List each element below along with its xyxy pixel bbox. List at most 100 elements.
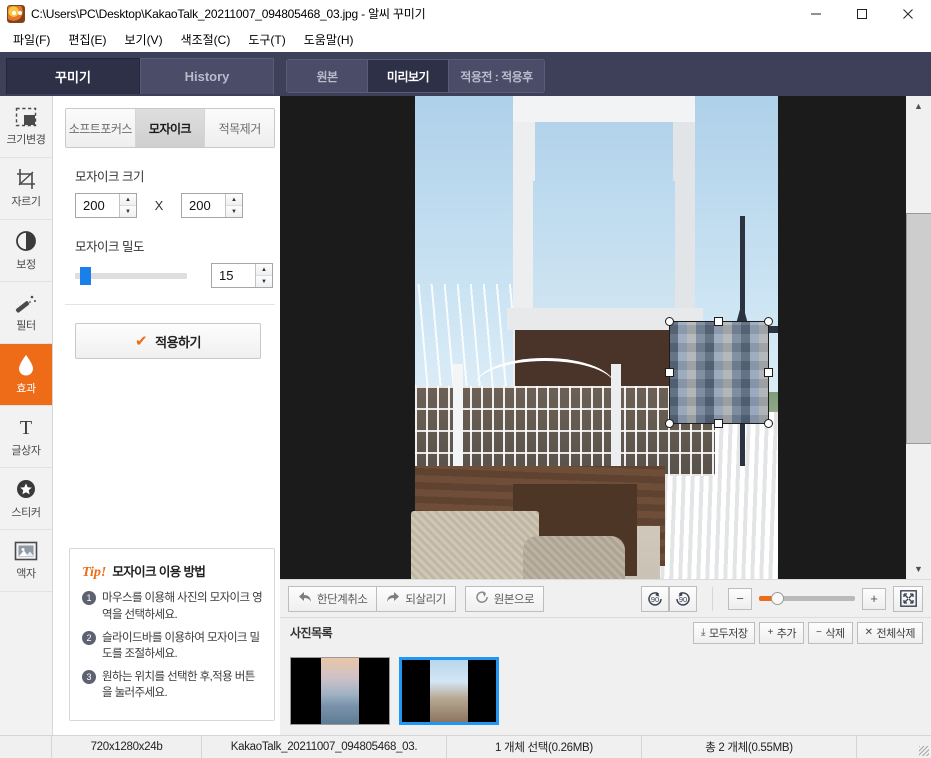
mosaic-density-input[interactable]: [212, 264, 255, 287]
canvas-vertical-scrollbar[interactable]: ▲ ▼: [905, 96, 931, 579]
delete-all-label: 전체삭제: [876, 627, 916, 640]
thumbnail-2[interactable]: [399, 657, 499, 725]
menu-item-tools[interactable]: 도구(T): [239, 28, 294, 51]
scrollbar-track[interactable]: [906, 116, 931, 559]
segment-mosaic[interactable]: 모자이크: [135, 109, 206, 147]
rotate-left-90-button[interactable]: 90: [641, 585, 669, 612]
add-label: 추가: [776, 627, 797, 640]
save-all-button[interactable]: ⤓ 모두저장: [693, 621, 756, 644]
segment-red-eye[interactable]: 적목제거: [205, 109, 274, 147]
menu-item-view[interactable]: 보기(V): [115, 28, 171, 51]
sidebar-item-sticker[interactable]: 스티커: [0, 468, 52, 530]
mosaic-density-up-arrow[interactable]: ▲: [256, 264, 272, 276]
reset-button[interactable]: 원본으로: [464, 585, 545, 612]
handle-top-left[interactable]: [665, 317, 674, 326]
resize-icon: [15, 107, 37, 127]
mosaic-density-slider[interactable]: [75, 266, 187, 285]
handle-middle-right[interactable]: [764, 367, 773, 377]
zoom-slider-handle[interactable]: [771, 592, 784, 605]
main-body: 꾸미기 History 크기변경 자르기 보정 필터 효과 T 글상자 스티커 …: [0, 52, 931, 735]
thumbnail-1[interactable]: [290, 657, 390, 725]
menu-item-edit[interactable]: 편집(E): [59, 28, 115, 51]
sidebar-item-resize[interactable]: 크기변경: [0, 96, 52, 158]
tool-rail: 크기변경 자르기 보정 필터 효과 T 글상자 스티커 액자: [0, 96, 53, 735]
maximize-button[interactable]: [839, 0, 885, 28]
mosaic-selection-box[interactable]: [665, 317, 773, 428]
handle-bottom-right[interactable]: [764, 419, 773, 428]
zoom-out-button[interactable]: −: [728, 587, 752, 610]
mosaic-density-arrows[interactable]: ▲ ▼: [255, 264, 272, 287]
undo-arrow-icon: [298, 591, 312, 606]
rotate-right-90-button[interactable]: 90: [669, 585, 697, 612]
mosaic-height-stepper[interactable]: ▲ ▼: [181, 193, 243, 218]
image-canvas[interactable]: [280, 96, 905, 579]
size-separator: X: [154, 198, 164, 213]
filter-wand-icon: [14, 293, 38, 313]
handle-middle-left[interactable]: [665, 367, 674, 377]
menu-item-color[interactable]: 색조절(C): [172, 28, 240, 51]
mosaic-width-stepper[interactable]: ▲ ▼: [75, 193, 137, 218]
add-button[interactable]: + 추가: [759, 621, 805, 644]
delete-all-button[interactable]: ✕ 전체삭제: [856, 621, 923, 644]
view-tabs: 원본 미리보기 적용전 : 적용후: [286, 59, 545, 93]
mosaic-height-up-arrow[interactable]: ▲: [226, 194, 242, 206]
download-icon: ⤓: [701, 627, 705, 638]
undo-button[interactable]: 한단계취소: [288, 585, 378, 612]
scrollbar-thumb[interactable]: [906, 213, 931, 444]
fit-to-screen-button[interactable]: [893, 585, 923, 612]
canvas-toolbar: 한단계취소 되살리기 원본으로 90 90 − +: [280, 579, 931, 617]
mosaic-width-down-arrow[interactable]: ▼: [120, 206, 136, 217]
mosaic-height-down-arrow[interactable]: ▼: [226, 206, 242, 217]
close-button[interactable]: [885, 0, 931, 28]
scroll-down-arrow-icon[interactable]: ▼: [906, 559, 931, 579]
redo-button[interactable]: 되살리기: [377, 585, 456, 612]
text-box-icon: T: [15, 416, 37, 438]
frame-photo-icon: [14, 541, 38, 561]
status-total: 총 2 개체(0.55MB): [642, 735, 857, 758]
sidebar-item-effect[interactable]: 효과: [0, 344, 52, 406]
scroll-up-arrow-icon[interactable]: ▲: [906, 96, 931, 116]
glass-panel: [533, 181, 675, 311]
tip-step-text: 슬라이드바를 이용하여 모자이크 밀도를 조절하세요.: [102, 631, 260, 660]
sidebar-item-adjust[interactable]: 보정: [0, 220, 52, 282]
mosaic-width-arrows[interactable]: ▲ ▼: [119, 194, 136, 217]
handle-bottom-left[interactable]: [665, 419, 674, 428]
mosaic-density-down-arrow[interactable]: ▼: [256, 276, 272, 287]
segment-soft-focus[interactable]: 소프트포커스: [66, 109, 136, 147]
tab-original[interactable]: 원본: [287, 60, 368, 92]
thumbnail-strip: [280, 647, 931, 735]
title-bar: C:\Users\PC\Desktop\KakaoTalk_20211007_0…: [0, 0, 931, 28]
zoom-slider[interactable]: [759, 592, 855, 605]
handle-bottom-center[interactable]: [714, 419, 723, 428]
handle-top-right[interactable]: [764, 317, 773, 326]
tip-step-text: 원하는 위치를 선택한 후,적용 버튼을 눌러주세요.: [102, 670, 255, 699]
mosaic-density-slider-handle[interactable]: [80, 266, 91, 285]
sidebar-item-filter[interactable]: 필터: [0, 282, 52, 344]
handle-top-center[interactable]: [714, 317, 723, 326]
mosaic-height-input[interactable]: [182, 194, 225, 217]
tab-before-after[interactable]: 적용전 : 적용후: [449, 60, 544, 92]
mosaic-width-up-arrow[interactable]: ▲: [120, 194, 136, 206]
tab-history[interactable]: History: [140, 58, 274, 94]
tab-preview[interactable]: 미리보기: [368, 60, 449, 92]
mosaic-height-arrows[interactable]: ▲ ▼: [225, 194, 242, 217]
zoom-in-button[interactable]: +: [862, 587, 886, 610]
apply-button[interactable]: ✔ 적용하기: [75, 323, 261, 359]
sidebar-item-effect-label: 효과: [16, 382, 36, 395]
mosaic-density-stepper[interactable]: ▲ ▼: [211, 263, 273, 288]
mosaic-width-input[interactable]: [76, 194, 119, 217]
menu-item-file[interactable]: 파일(F): [4, 28, 59, 51]
rotate-left-label: 90: [651, 595, 659, 604]
left-panel: 꾸미기 History 크기변경 자르기 보정 필터 효과 T 글상자 스티커 …: [0, 52, 287, 735]
menu-item-help[interactable]: 도움말(H): [295, 28, 363, 51]
sidebar-item-textbox[interactable]: T 글상자: [0, 406, 52, 468]
delete-button[interactable]: − 삭제: [808, 621, 853, 644]
status-selection: 1 개체 선택(0.26MB): [447, 735, 642, 758]
status-filename: KakaoTalk_20211007_094805468_03.: [202, 735, 447, 758]
resize-grip-icon[interactable]: [919, 745, 929, 756]
preview-image[interactable]: [411, 96, 778, 579]
tab-decorate[interactable]: 꾸미기: [6, 58, 140, 94]
sidebar-item-crop[interactable]: 자르기: [0, 158, 52, 220]
minimize-button[interactable]: [793, 0, 839, 28]
sidebar-item-frame[interactable]: 액자: [0, 530, 52, 592]
